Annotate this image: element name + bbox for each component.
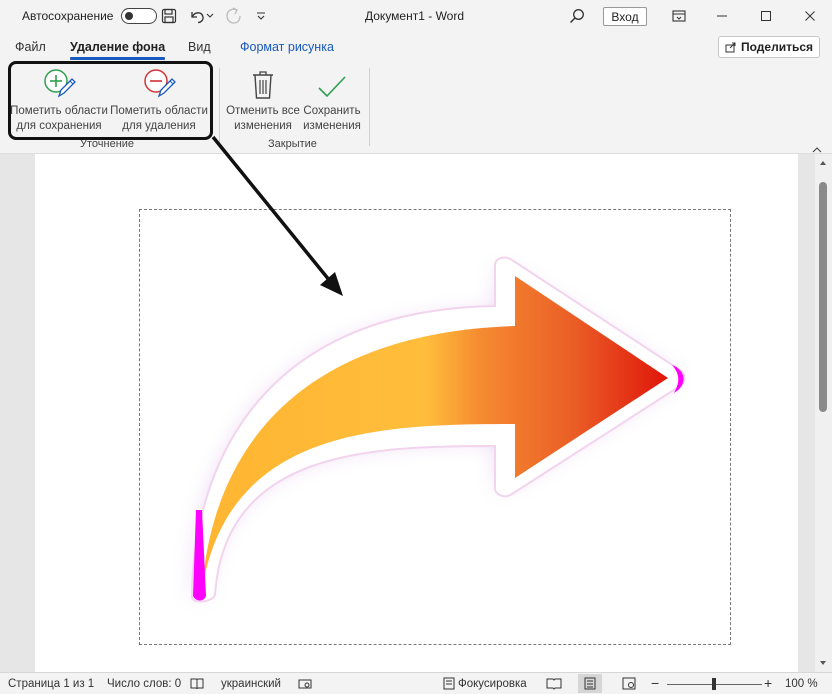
scroll-up-icon[interactable] <box>819 160 827 166</box>
page-count[interactable]: Страница 1 из 1 <box>8 678 94 690</box>
document-area <box>0 154 815 672</box>
language-indicator[interactable]: украинский <box>221 678 281 690</box>
trash-icon <box>251 66 275 100</box>
discard-label-1: Отменить все <box>226 105 300 117</box>
sign-in-button[interactable]: Вход <box>603 7 647 26</box>
discard-all-changes-button[interactable]: Отменить все изменения <box>224 66 302 134</box>
autosave-label: Автосохранение <box>22 9 114 23</box>
proofing-book-icon[interactable] <box>190 677 204 690</box>
ribbon-tabs: Файл Удаление фона Вид Формат рисунка <box>0 32 832 62</box>
word-count[interactable]: Число слов: 0 <box>107 678 181 690</box>
redo-icon[interactable] <box>222 5 244 27</box>
status-bar: Страница 1 из 1 Число слов: 0 украинский… <box>0 672 832 694</box>
maximize-icon[interactable] <box>744 0 788 32</box>
ribbon-display-options-icon[interactable] <box>657 0 701 32</box>
tab-background-removal[interactable]: Удаление фона <box>70 40 166 60</box>
share-button[interactable]: Поделиться <box>718 36 820 58</box>
document-title: Документ1 - Word <box>365 9 465 23</box>
save-icon[interactable] <box>158 5 180 27</box>
tab-picture-format[interactable]: Формат рисунка <box>240 40 334 54</box>
autosave-toggle[interactable] <box>121 8 158 24</box>
close-icon[interactable] <box>788 0 832 32</box>
group-separator <box>219 68 220 146</box>
save-changes-label-2: изменения <box>303 120 361 132</box>
tab-file[interactable]: Файл <box>15 40 46 54</box>
zoom-level[interactable]: 100 % <box>785 678 818 690</box>
group-separator <box>369 68 370 146</box>
title-bar: Автосохранение Документ1 - Word Вход <box>0 0 832 32</box>
read-mode-icon[interactable] <box>546 677 562 690</box>
search-icon[interactable] <box>566 5 588 27</box>
tab-view[interactable]: Вид <box>188 40 211 54</box>
checkmark-icon <box>317 66 347 100</box>
undo-dropdown-icon[interactable] <box>204 5 216 27</box>
accessibility-icon[interactable] <box>298 677 312 690</box>
zoom-out-icon[interactable]: − <box>651 675 659 691</box>
focus-icon <box>443 677 455 690</box>
zoom-in-icon[interactable]: + <box>764 675 772 691</box>
scrollbar-thumb[interactable] <box>819 182 827 412</box>
discard-label-2: изменения <box>234 120 292 132</box>
scroll-down-icon[interactable] <box>819 660 827 666</box>
customize-quick-access-icon[interactable] <box>250 5 272 27</box>
arrow-image[interactable] <box>140 210 730 644</box>
annotation-highlight-frame <box>8 61 213 140</box>
print-layout-button[interactable] <box>578 674 602 693</box>
share-label: Поделиться <box>740 40 814 54</box>
vertical-scrollbar[interactable] <box>815 154 832 672</box>
minimize-icon[interactable] <box>700 0 744 32</box>
group-label-close: Закрытие <box>268 138 317 150</box>
document-page[interactable] <box>35 154 798 672</box>
picture-frame[interactable] <box>139 209 731 645</box>
focus-mode-button[interactable]: Фокусировка <box>458 678 527 690</box>
save-changes-label-1: Сохранить <box>303 105 361 117</box>
share-icon <box>725 42 736 53</box>
web-layout-icon[interactable] <box>622 677 636 690</box>
keep-changes-button[interactable]: Сохранить изменения <box>300 66 364 134</box>
print-layout-icon <box>584 677 596 690</box>
zoom-slider-thumb[interactable] <box>712 678 716 690</box>
